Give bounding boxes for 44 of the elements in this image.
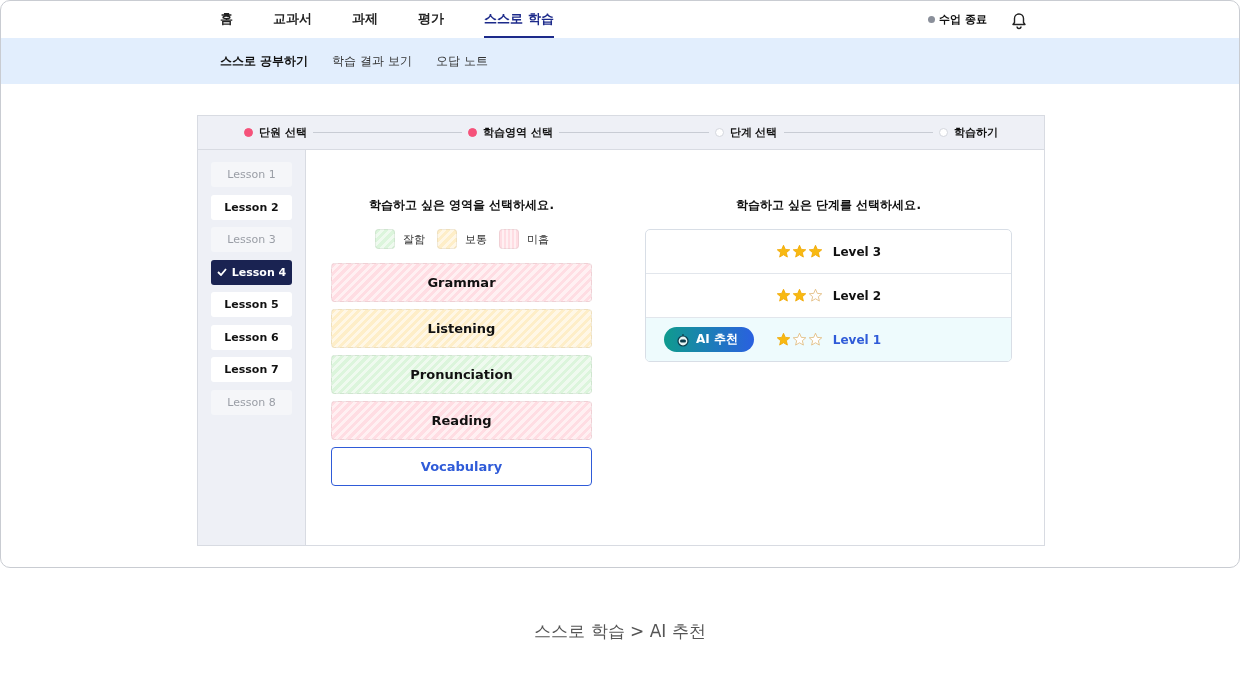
lesson-button[interactable]: Lesson 7 bbox=[211, 357, 292, 382]
subnav-tab[interactable]: 스스로 공부하기 bbox=[220, 52, 309, 70]
subnav-tab[interactable]: 학습 결과 보기 bbox=[332, 52, 412, 70]
level-prompt: 학습하고 싶은 단계를 선택하세요. bbox=[734, 197, 923, 214]
step-label: 학습영역 선택 bbox=[483, 125, 554, 140]
step-label: 학습하기 bbox=[954, 125, 998, 140]
level-row[interactable]: AI 추천 Level 1 bbox=[646, 318, 1011, 361]
class-status[interactable]: 수업 종료 bbox=[928, 12, 987, 27]
nav-tab[interactable]: 평가 bbox=[418, 1, 444, 38]
step-label: 단원 선택 bbox=[259, 125, 307, 140]
level-label: Level 2 bbox=[832, 288, 882, 303]
star-icon bbox=[791, 244, 807, 259]
nav-tab[interactable]: 과제 bbox=[352, 1, 378, 38]
level-label: Level 3 bbox=[832, 244, 882, 259]
subnav-tab[interactable]: 오답 노트 bbox=[435, 52, 488, 70]
check-icon bbox=[216, 268, 227, 276]
star-icon bbox=[807, 244, 823, 259]
step-label: 단계 선택 bbox=[729, 125, 778, 140]
lesson-button[interactable]: Lesson 5 bbox=[211, 292, 292, 317]
area-prompt: 학습하고 싶은 영역을 선택하세요. bbox=[367, 197, 556, 214]
legend-label: 보통 bbox=[464, 231, 487, 247]
star-icon bbox=[775, 288, 791, 303]
caption: 스스로 학습 > AI 추천 bbox=[533, 620, 707, 643]
area-button[interactable]: Vocabulary bbox=[331, 447, 592, 486]
lesson-button[interactable]: Lesson 2 bbox=[211, 194, 292, 220]
star-icon bbox=[807, 288, 823, 303]
area-button[interactable]: Grammar bbox=[331, 263, 592, 302]
star-icon bbox=[807, 332, 823, 347]
level-label: Level 1 bbox=[832, 332, 882, 347]
lesson-button[interactable]: Lesson 4 bbox=[211, 259, 292, 285]
star-icon bbox=[775, 244, 791, 259]
nav-tab[interactable]: 교과서 bbox=[273, 1, 312, 38]
ai-recommend-badge: AI 추천 bbox=[664, 327, 754, 352]
lesson-button[interactable]: Lesson 6 bbox=[211, 324, 292, 350]
legend-label: 잘함 bbox=[402, 231, 425, 247]
star-icon bbox=[775, 332, 791, 347]
star-icon bbox=[791, 332, 807, 347]
area-button[interactable]: Pronunciation bbox=[331, 355, 592, 394]
level-row[interactable]: Level 3 bbox=[646, 230, 1011, 274]
star-icon bbox=[791, 288, 807, 303]
area-button[interactable]: Listening bbox=[331, 309, 592, 348]
nav-tab[interactable]: 홈 bbox=[220, 1, 233, 38]
legend-label: 미흡 bbox=[526, 231, 549, 247]
area-button[interactable]: Reading bbox=[331, 401, 592, 440]
